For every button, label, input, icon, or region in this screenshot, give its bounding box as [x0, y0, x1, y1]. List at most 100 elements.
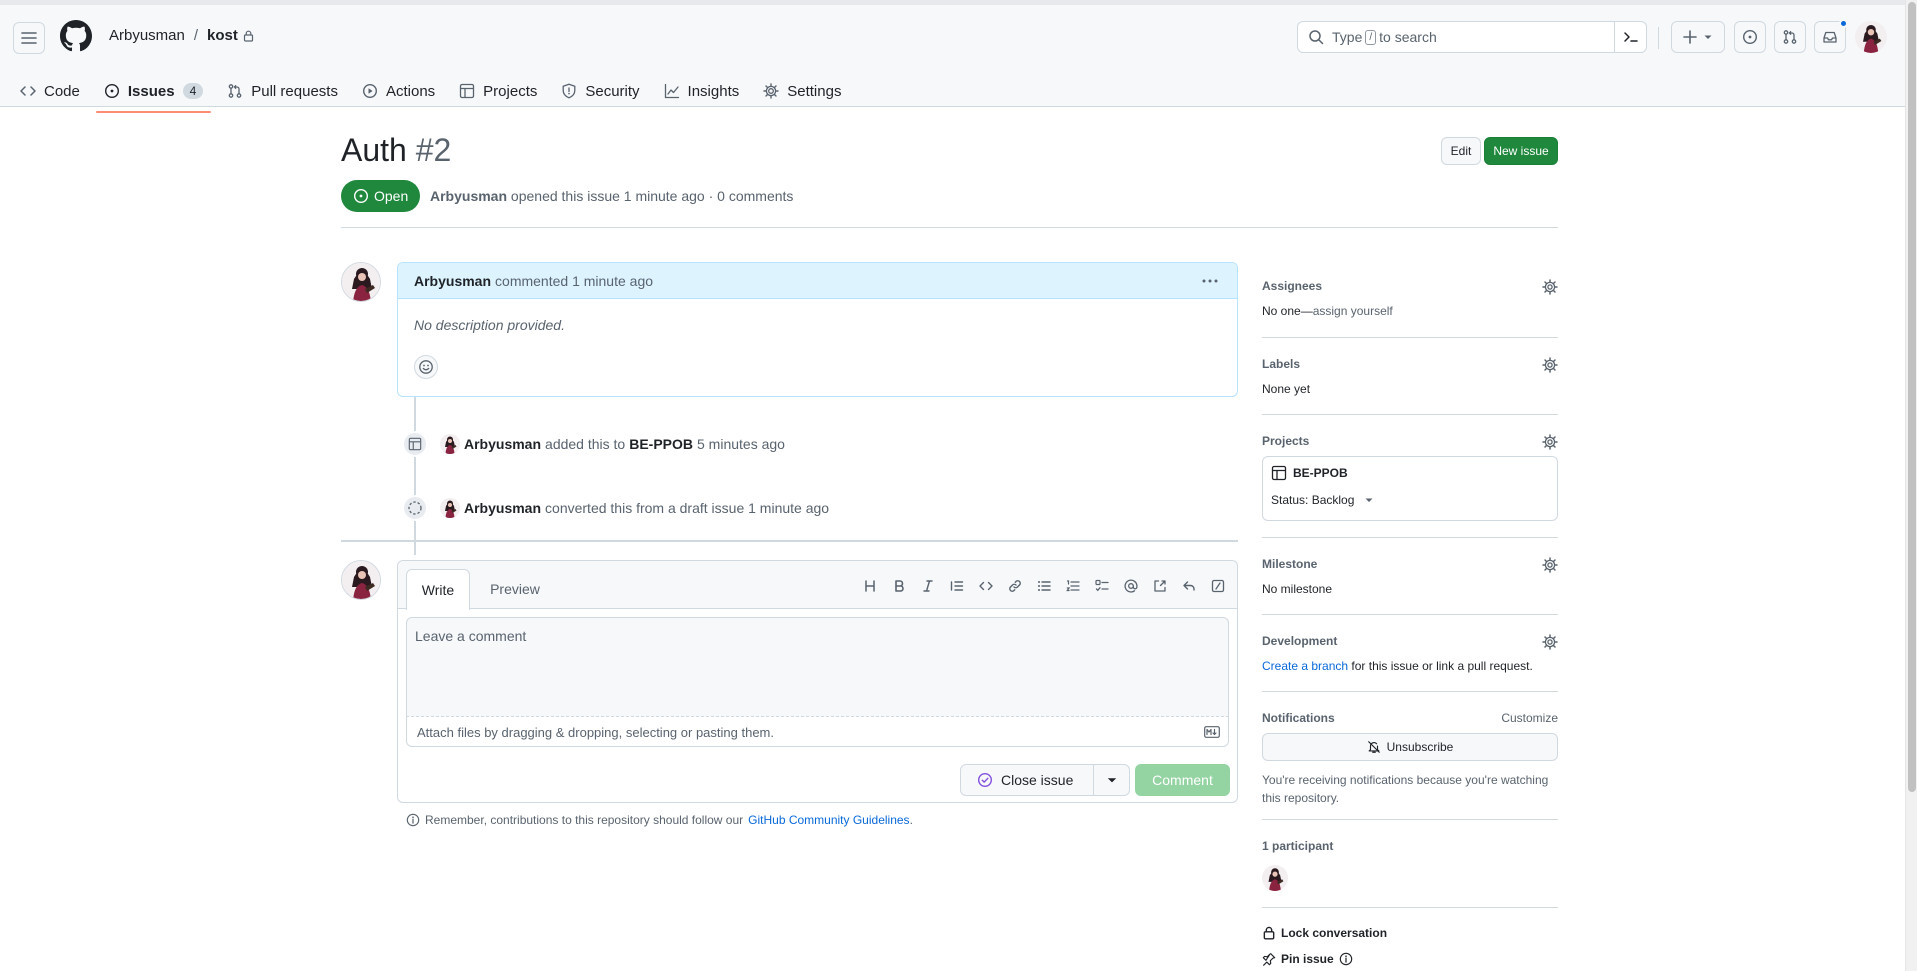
tab-pull-requests-label: Pull requests	[251, 82, 338, 100]
new-issue-button[interactable]: New issue	[1484, 137, 1558, 165]
comment-author-link[interactable]: Arbyusman	[414, 273, 491, 289]
close-issue-options-button[interactable]	[1094, 764, 1130, 796]
labels-title[interactable]: Labels	[1262, 357, 1558, 371]
gear-icon[interactable]	[1542, 557, 1558, 573]
assign-yourself-link[interactable]: assign yourself	[1313, 304, 1393, 318]
milestone-title[interactable]: Milestone	[1262, 557, 1558, 571]
tab-issues[interactable]: Issues 4	[92, 69, 215, 113]
heading-icon	[865, 580, 875, 592]
comment-timestamp[interactable]: commented 1 minute ago	[495, 273, 653, 289]
gear-icon[interactable]	[1542, 279, 1558, 295]
tab-code-label: Code	[44, 82, 80, 100]
tab-projects[interactable]: Projects	[447, 69, 549, 113]
tab-insights[interactable]: Insights	[652, 69, 752, 113]
menu-button[interactable]	[13, 22, 45, 54]
tab-security-label: Security	[585, 82, 640, 100]
user-avatar-menu[interactable]	[1855, 21, 1887, 53]
gear-icon[interactable]	[1542, 434, 1558, 450]
search-input[interactable]: Type / to search	[1297, 21, 1647, 53]
pin-issue-label: Pin issue	[1281, 952, 1334, 966]
sidebar-notifications: Notifications Customize Unsubscribe You'…	[1262, 692, 1558, 820]
issue-closed-icon	[977, 772, 993, 788]
breadcrumb-separator: /	[193, 27, 199, 44]
event-actor-avatar[interactable]	[440, 434, 460, 454]
projects-title[interactable]: Projects	[1262, 434, 1558, 448]
create-branch-link[interactable]: Create a branch	[1262, 659, 1348, 673]
breadcrumb-repo-link[interactable]: kost	[207, 27, 238, 44]
triangle-down-icon	[1365, 498, 1373, 502]
info-icon[interactable]	[1339, 952, 1353, 966]
saved-replies-button[interactable]	[1178, 577, 1200, 595]
gear-icon[interactable]	[1542, 634, 1558, 650]
notifications-inbox-button[interactable]	[1814, 19, 1848, 53]
participant-avatar[interactable]	[1262, 865, 1288, 891]
pull-requests-shortcut-button[interactable]	[1774, 21, 1806, 53]
bold-icon	[895, 580, 904, 592]
tab-write[interactable]: Write	[406, 569, 470, 610]
ordered-list-button[interactable]	[1062, 577, 1084, 595]
link-button[interactable]	[1004, 577, 1026, 595]
development-value: Create a branch for this issue or link a…	[1262, 659, 1558, 673]
tab-code[interactable]: Code	[8, 69, 92, 113]
comment-submit-button[interactable]: Comment	[1135, 764, 1230, 796]
issue-author-link[interactable]: Arbyusman	[430, 188, 507, 204]
issues-shortcut-button[interactable]	[1734, 21, 1766, 53]
italic-button[interactable]	[917, 577, 939, 595]
tab-preview[interactable]: Preview	[480, 569, 550, 609]
triangle-down-icon	[1704, 35, 1712, 39]
comment-textarea[interactable]: Leave a comment	[406, 617, 1229, 717]
pin-icon	[1262, 952, 1276, 966]
tab-issues-label: Issues	[127, 82, 175, 100]
tab-pull-requests[interactable]: Pull requests	[215, 69, 350, 113]
task-list-button[interactable]	[1091, 577, 1113, 595]
code-icon	[20, 86, 36, 96]
bold-button[interactable]	[888, 577, 910, 595]
event-actor-link[interactable]: Arbyusman	[464, 500, 541, 516]
reference-button[interactable]	[1149, 577, 1171, 595]
sidebar-labels: Labels None yet	[1262, 338, 1558, 415]
comment-author-avatar[interactable]	[341, 262, 381, 302]
composer-user-avatar[interactable]	[341, 560, 381, 600]
event-actor-avatar[interactable]	[440, 498, 460, 518]
development-title[interactable]: Development	[1262, 634, 1558, 648]
create-new-button[interactable]	[1671, 21, 1725, 53]
file-attachment-area[interactable]: Attach files by dragging & dropping, sel…	[406, 717, 1229, 747]
milestone-value: No milestone	[1262, 582, 1333, 596]
edit-title-button[interactable]: Edit	[1441, 137, 1481, 165]
breadcrumb-owner-link[interactable]: Arbyusman	[109, 27, 185, 44]
lock-conversation-button[interactable]: Lock conversation	[1262, 908, 1558, 940]
event-project-link[interactable]: BE-PPOB	[629, 436, 693, 452]
comment-header: Arbyusman commented 1 minute ago	[398, 263, 1237, 299]
tab-actions[interactable]: Actions	[350, 69, 447, 113]
comment-options-button[interactable]	[1201, 273, 1219, 292]
page-scrollbar[interactable]	[1905, 0, 1917, 971]
command-palette-button[interactable]	[1614, 22, 1646, 52]
code-button[interactable]	[975, 577, 997, 595]
unsubscribe-button[interactable]: Unsubscribe	[1262, 733, 1558, 761]
add-reaction-button[interactable]	[414, 355, 438, 379]
project-card-title[interactable]: BE-PPOB	[1271, 465, 1549, 481]
markdown-toolbar	[859, 577, 1229, 595]
gear-icon[interactable]	[1542, 357, 1558, 373]
event-actor-link[interactable]: Arbyusman	[464, 436, 541, 452]
plus-icon	[1683, 30, 1697, 44]
mention-button[interactable]	[1120, 577, 1142, 595]
close-issue-button[interactable]: Close issue	[960, 764, 1094, 796]
community-guidelines-link[interactable]: GitHub Community Guidelines	[748, 813, 909, 827]
tab-security[interactable]: Security	[549, 69, 651, 113]
tab-settings[interactable]: Settings	[751, 69, 853, 113]
comment-textarea-placeholder: Leave a comment	[415, 628, 527, 644]
project-status-field[interactable]: Status: Backlog	[1271, 493, 1549, 507]
assignees-title[interactable]: Assignees	[1262, 279, 1558, 293]
unordered-list-button[interactable]	[1033, 577, 1055, 595]
github-logo-icon[interactable]	[60, 20, 92, 52]
pin-issue-button[interactable]: Pin issue	[1262, 940, 1558, 966]
notifications-customize-link[interactable]: Customize	[1501, 711, 1558, 725]
heading-button[interactable]	[859, 577, 881, 595]
project-name: BE-PPOB	[1293, 466, 1348, 480]
quote-button[interactable]	[946, 577, 968, 595]
event-time[interactable]: 5 minutes ago	[697, 436, 785, 452]
scrollbar-thumb[interactable]	[1908, 2, 1916, 792]
slash-commands-button[interactable]	[1207, 577, 1229, 595]
inbox-icon	[1823, 31, 1837, 43]
